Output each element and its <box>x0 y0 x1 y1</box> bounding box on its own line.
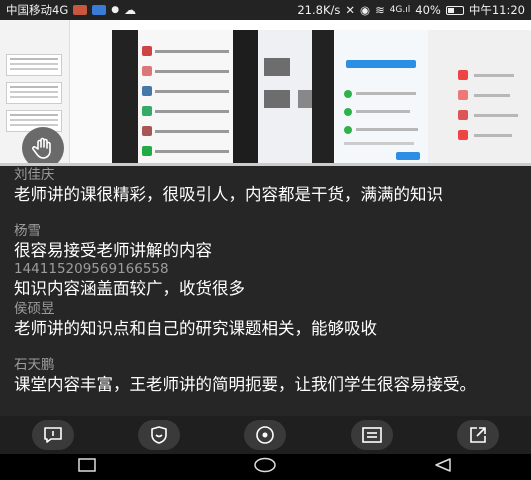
comment-username: 杨雪 <box>14 223 41 239</box>
toolbar-strip-2 <box>233 30 258 166</box>
comment-username: 14411520956916655​8 <box>14 261 169 277</box>
comment-icon <box>44 427 62 443</box>
comment-text: 老师讲的课很精彩，很吸引人，内容都是干货，满满的知识 <box>14 185 443 204</box>
view-button[interactable] <box>244 420 287 450</box>
dot-icon: ● <box>111 5 120 15</box>
chat-panel <box>334 30 428 166</box>
comment-username: 石天鹏 <box>14 357 55 373</box>
network-speed: 21.8K/s <box>297 3 341 17</box>
chat-header-bar <box>346 60 416 68</box>
carrier-label: 中国移动4G <box>6 3 69 17</box>
back-icon <box>435 458 451 472</box>
comment-item: 侯硕昱 老师讲的知识点和自己的研究课题相关，能够吸收 <box>14 300 517 339</box>
view-icon <box>256 426 275 444</box>
status-bar: 中国移动4G ● ☁ 21.8K/s ✕ ◉ ≋ 4G.ıl 40% 中午11:… <box>0 0 531 20</box>
image-placeholder <box>264 90 290 108</box>
like-button[interactable] <box>138 420 181 450</box>
wifi-icon: ≋ <box>375 3 385 17</box>
share-icon <box>470 427 486 443</box>
recent-apps-icon <box>78 458 96 472</box>
status-dot <box>344 126 352 134</box>
home-icon <box>254 457 277 473</box>
back-button[interactable] <box>432 457 454 477</box>
hand-icon <box>32 137 51 159</box>
recent-apps-button[interactable] <box>77 457 99 477</box>
send-button <box>396 152 420 160</box>
comment-button[interactable] <box>32 420 75 450</box>
like-icon <box>151 426 168 444</box>
system-nav-bar <box>0 454 531 480</box>
comment-text: 老师讲的知识点和自己的研究课题相关，能够吸收 <box>14 319 377 338</box>
toolbar-strip-3 <box>312 30 334 166</box>
raise-hand-button[interactable] <box>22 127 64 166</box>
home-button[interactable] <box>252 456 278 478</box>
battery-percent: 40% <box>415 3 441 17</box>
app-sidebar <box>428 30 531 166</box>
shared-screen-video[interactable] <box>0 20 531 166</box>
comment-item: 石天鹏 课堂内容丰富，王老师讲的简明扼要，让我们学生很容易接受。 <box>14 356 517 395</box>
share-button[interactable] <box>456 420 499 450</box>
notes-button[interactable] <box>350 420 393 450</box>
comment-text: 很容易接受老师讲解的内容 <box>14 241 212 260</box>
comment-username: 侯硕昱 <box>14 301 55 317</box>
slide-thumbnail <box>6 54 62 76</box>
status-dot <box>344 108 352 116</box>
comment-text: 知识内容涵盖面较广，收货很多 <box>14 279 245 298</box>
comment-list[interactable]: 刘佳庆 老师讲的课很精彩，很吸引人，内容都是干货，满满的知识 杨雪 很容易接受老… <box>0 166 531 416</box>
toolbar-strip <box>112 30 138 166</box>
image-placeholder <box>264 58 290 76</box>
notes-icon <box>361 427 382 443</box>
file-list-panel <box>138 30 233 166</box>
eye-icon: ◉ <box>360 3 371 17</box>
app-notification-icon-2 <box>92 5 107 15</box>
comment-item: 刘佳庆 老师讲的课很精彩，很吸引人，内容都是干货，满满的知识 <box>14 166 517 205</box>
mute-icon: ✕ <box>345 3 356 17</box>
wechat-icon: ☁ <box>124 3 137 17</box>
comment-item: 14411520956916655​8 知识内容涵盖面较广，收货很多 <box>14 260 517 299</box>
comment-text: 课堂内容丰富，王老师讲的简明扼要，让我们学生很容易接受。 <box>14 375 476 394</box>
comment-username: 刘佳庆 <box>14 167 55 183</box>
signal-icon: 4G.ıl <box>389 5 411 15</box>
slide-thumbnail <box>6 82 62 104</box>
clock: 中午11:20 <box>468 3 525 17</box>
comment-item: 杨雪 很容易接受老师讲解的内容 <box>14 222 517 261</box>
app-notification-icon <box>73 5 88 15</box>
status-dot <box>344 90 352 98</box>
action-bar <box>0 416 531 454</box>
battery-icon <box>445 5 464 15</box>
